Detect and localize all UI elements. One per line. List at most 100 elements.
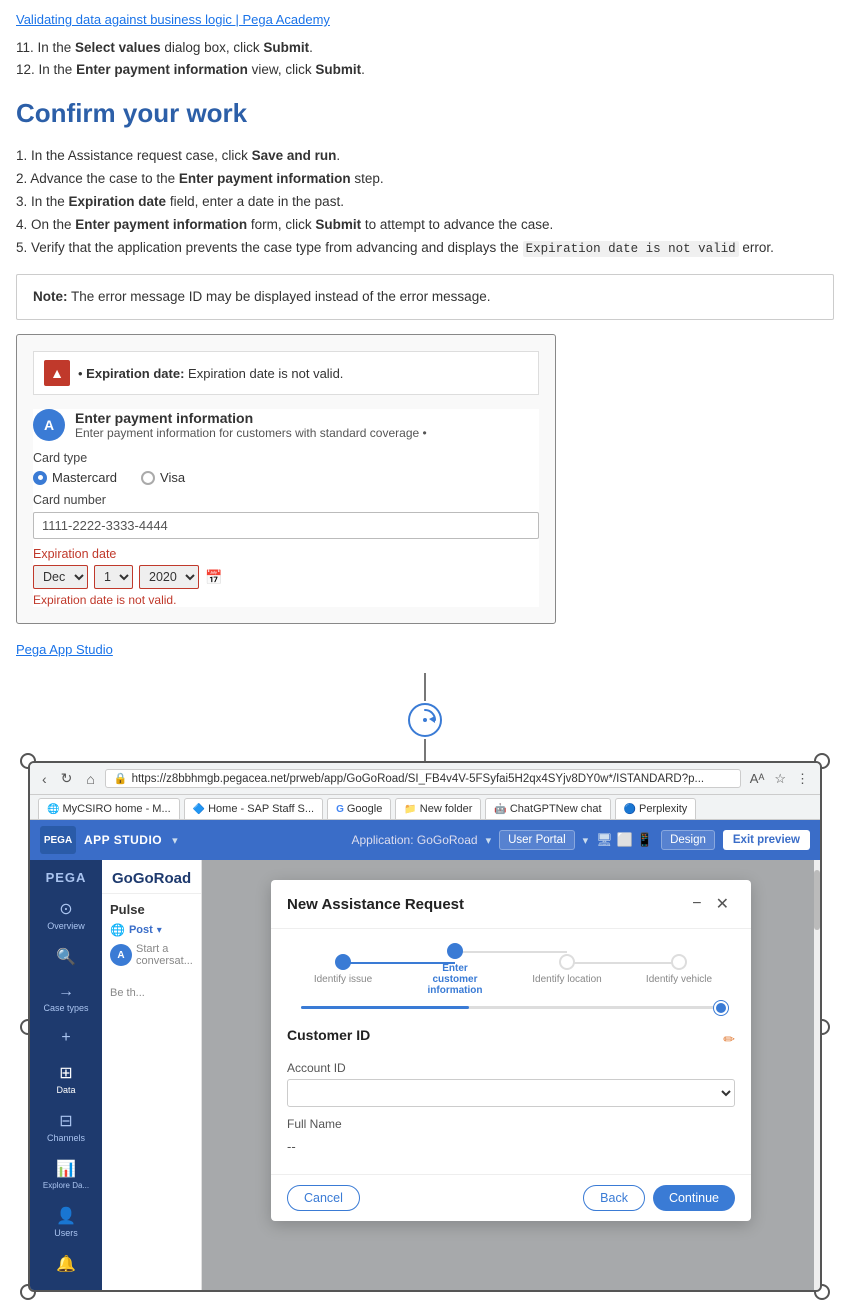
step-dot-4 [671,954,687,970]
url-bar[interactable]: 🔒 https://z8bbhmgb.pegacea.net/prweb/app… [105,769,741,788]
browser-chrome: ‹ ↻ ⌂ 🔒 https://z8bbhmgb.pegacea.net/prw… [30,763,820,795]
tab-favicon-folder: 📁 [404,804,416,815]
back-button-modal[interactable]: Back [583,1185,645,1211]
tab-google[interactable]: G Google [327,798,391,819]
main-step-2: Advance the case to the Enter payment in… [16,168,834,191]
tab-favicon-perplexity: 🔵 [624,804,636,815]
sidebar-item-data[interactable]: ⊞ Data [30,1057,102,1101]
cancel-button[interactable]: Cancel [287,1185,360,1211]
calendar-icon[interactable]: 📅 [205,569,222,586]
sidebar-item-plus2[interactable]: ⊕ [30,1284,102,1292]
sidebar-item-search[interactable]: 🔍 [30,941,102,973]
aa-button[interactable]: Aᴬ [747,769,768,789]
app-studio-dropdown-icon[interactable]: ▾ [172,834,178,847]
continue-button[interactable]: Continue [653,1185,735,1211]
connector-top-area [16,673,834,761]
form-avatar: A [33,409,65,441]
sidebar-label-data: Data [56,1085,75,1095]
post-row: 🌐 Post ▾ [110,923,193,937]
desktop-icon[interactable]: 🖥 [596,832,613,848]
url-text: https://z8bbhmgb.pegacea.net/prweb/app/G… [132,773,705,785]
form-title: Enter payment information [75,410,427,426]
modal-header: New Assistance Request − ✕ [271,880,751,929]
progress-bar-row [271,1006,751,1009]
section-title-row: Customer ID ✏ [287,1027,735,1051]
step-label-4: Identify vehicle [646,974,712,985]
sidebar-label-casetypes: Case types [43,1003,88,1013]
main-step-3: In the Expiration date field, enter a da… [16,191,834,214]
design-button[interactable]: Design [661,830,715,850]
radio-mastercard[interactable]: Mastercard [33,470,117,485]
sidebar-item-overview[interactable]: ⊙ Overview [30,893,102,937]
progress-bar-fill [301,1006,469,1009]
mobile-icon[interactable]: 📱 [637,832,653,848]
expiration-month-select[interactable]: Dec [33,565,88,589]
portal-dropdown-icon[interactable]: ▾ [583,834,589,847]
reload-button[interactable]: ↻ [57,768,77,789]
sidebar-item-add[interactable]: + [30,1023,102,1053]
note-label: Note: [33,289,68,304]
tab-favicon-chatgpt: 🤖 [494,804,506,815]
home-button[interactable]: ⌂ [82,769,98,789]
tab-mycsiro[interactable]: 🌐 MyCSIRO home - M... [38,798,180,819]
be-first-text: Be th... [110,987,193,999]
app-name-dropdown-icon[interactable]: ▾ [486,834,492,847]
users-icon: 👤 [56,1206,76,1226]
modal-footer: Cancel Back Continue [271,1174,751,1221]
expiration-section: Expiration date Dec 1 2020 📅 Expiration … [33,547,539,607]
radio-group: Mastercard Visa [33,470,539,485]
user-portal-button[interactable]: User Portal [499,830,575,850]
explore-icon: 📊 [56,1159,76,1179]
main-step-5: Verify that the application prevents the… [16,237,834,260]
bookmark-button[interactable]: ☆ [771,769,789,789]
modal-minimize-button[interactable]: − [686,892,707,916]
modal-close-button[interactable]: ✕ [710,892,735,916]
modal-title: New Assistance Request [287,896,464,913]
tab-sap[interactable]: 🔷 Home - SAP Staff S... [184,798,323,819]
mastercard-label: Mastercard [52,470,117,485]
expiration-day-select[interactable]: 1 [94,565,133,589]
tab-folder[interactable]: 📁 New folder [395,798,481,819]
main-step-1: In the Assistance request case, click Sa… [16,145,834,168]
back-button[interactable]: ‹ [38,769,51,789]
connector-bottom-line [424,739,426,761]
tablet-icon[interactable]: ⬜ [617,832,633,848]
top-academy-link[interactable]: Validating data against business logic |… [16,12,834,27]
progress-dot [714,1001,728,1015]
sidebar-item-users[interactable]: 👤 Users [30,1200,102,1244]
screenshot-frame: ▲ • Expiration date: Expiration date is … [16,334,556,624]
sidebar-item-notifications[interactable]: 🔔 [30,1248,102,1280]
visa-label: Visa [160,470,185,485]
radio-visa-icon [141,471,155,485]
account-id-select[interactable] [287,1079,735,1107]
pega-app-studio-link[interactable]: Pega App Studio [16,642,834,657]
refresh-icon [406,701,444,739]
modal-body: Customer ID ✏ Account ID Full Name -- [271,1015,751,1174]
progress-step-1: Identify issue [287,954,399,985]
card-number-input[interactable] [33,512,539,539]
pulse-label: Pulse [110,902,193,917]
sidebar-item-channels[interactable]: ⊟ Channels [30,1105,102,1149]
sidebar-label-overview: Overview [47,921,85,931]
menu-button[interactable]: ⋮ [793,769,812,789]
tab-chatgpt[interactable]: 🤖 ChatGPTNew chat [485,798,610,819]
tab-perplexity[interactable]: 🔵 Perplexity [615,798,697,819]
exit-preview-button[interactable]: Exit preview [723,830,810,850]
confirm-heading: Confirm your work [16,98,834,129]
data-icon: ⊞ [59,1063,72,1083]
edit-icon-button[interactable]: ✏ [723,1031,735,1048]
add-icon: + [61,1029,70,1047]
progress-step-4: Identify vehicle [623,954,735,985]
expiration-label: Expiration date [33,547,539,561]
radio-visa[interactable]: Visa [141,470,185,485]
step-label-3: Identify location [532,974,602,985]
modal-controls: − ✕ [686,892,735,916]
sidebar-item-explore[interactable]: 📊 Explore Da... [30,1153,102,1196]
expiration-year-select[interactable]: 2020 [139,565,199,589]
form-section: A Enter payment information Enter paymen… [33,409,539,607]
post-button[interactable]: Post [129,924,153,936]
sidebar-item-casetypes[interactable]: → Case types [30,977,102,1019]
card-number-label: Card number [33,493,539,507]
post-dropdown-icon[interactable]: ▾ [157,925,162,936]
main-step-4: On the Enter payment information form, c… [16,214,834,237]
